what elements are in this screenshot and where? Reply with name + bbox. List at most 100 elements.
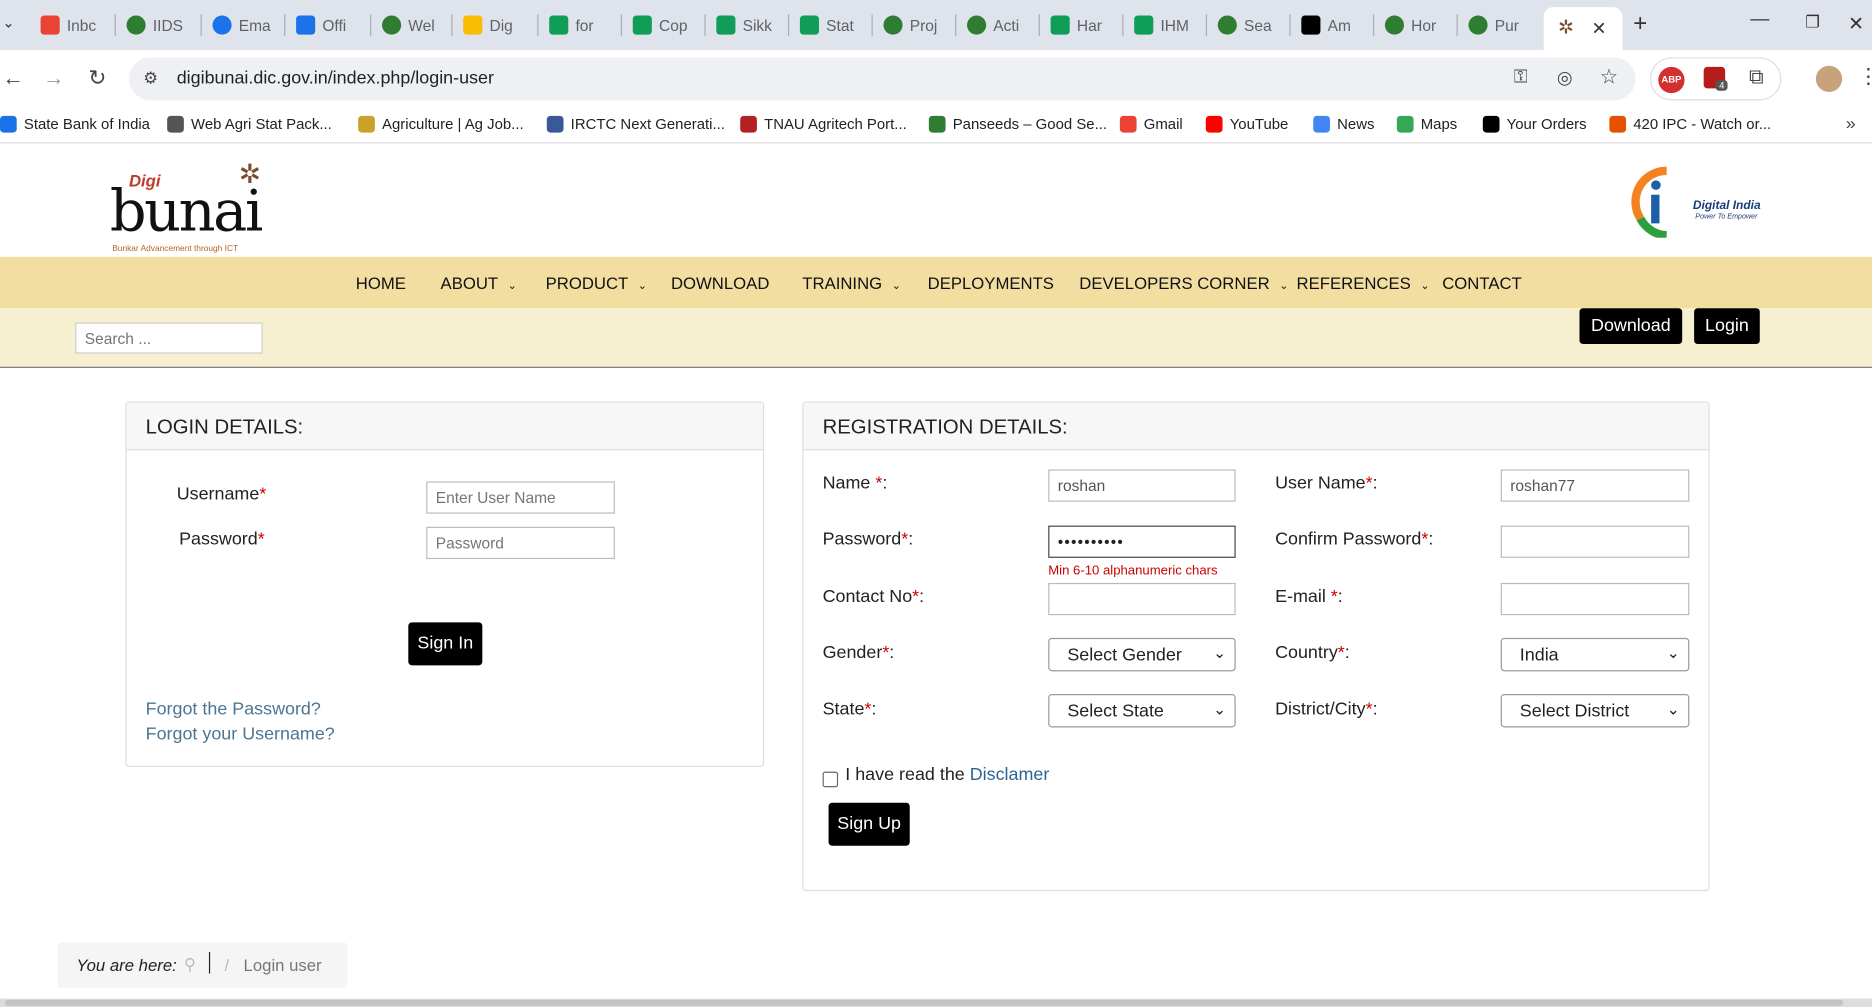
tab-12[interactable]: Har (1046, 7, 1118, 43)
country-select[interactable]: India ⌄ (1500, 637, 1690, 672)
restore-icon[interactable]: ❐ (1805, 12, 1820, 32)
main-navigation: HOME ABOUT ⌄ PRODUCT ⌄ DOWNLOAD TRAINING ⌄ DEPLO… (0, 256, 1872, 309)
bookmark-item[interactable]: News (1313, 115, 1374, 133)
bookmark-item[interactable]: TNAU Agritech Port... (740, 115, 907, 133)
tab-5[interactable]: Dig (458, 7, 530, 43)
forgot-username-link[interactable]: Forgot your Username? (146, 724, 335, 744)
new-tab-icon[interactable]: + (1633, 11, 1647, 38)
eye-off-icon[interactable]: ◎ (1557, 67, 1573, 88)
reg-email-input[interactable] (1500, 582, 1690, 616)
menu-dots-icon[interactable]: ⋮ (1858, 65, 1872, 90)
reg-gender-label: Gender*: (822, 642, 895, 663)
tab-separator (537, 14, 539, 36)
tab-17[interactable]: Pur (1464, 7, 1536, 43)
adblock-icon[interactable]: ABP (1658, 66, 1685, 94)
screen: ⌄ Inbc IIDS Ema Offi Wel Dig for Cop Sikk Stat Pro… (0, 0, 1872, 1007)
tab-0[interactable]: Inbc (36, 7, 108, 43)
bookmark-item[interactable]: Maps (1396, 115, 1457, 133)
tab-8[interactable]: Sikk (712, 7, 784, 43)
tab-2[interactable]: Ema (208, 7, 280, 43)
sign-up-button[interactable]: Sign Up (828, 802, 910, 846)
tab-active[interactable]: ✲ ✕ (1543, 7, 1623, 51)
reg-username-input[interactable]: roshan77 (1500, 469, 1690, 502)
nav-item-product[interactable]: PRODUCT ⌄ (546, 274, 647, 293)
bookmark-item[interactable]: YouTube (1205, 115, 1288, 133)
bookmark-item[interactable]: Panseeds – Good Se... (928, 115, 1108, 133)
tab-6[interactable]: for (544, 7, 616, 43)
bookmark-item[interactable]: Web Agri Stat Pack... (167, 115, 332, 133)
reg-email-label: E-mail *: (1275, 586, 1343, 607)
forward-icon[interactable]: → (43, 66, 64, 91)
state-select[interactable]: Select State ⌄ (1048, 694, 1236, 728)
bookmark-favicon-icon (1396, 115, 1414, 133)
disclaimer-link[interactable]: Disclamer (970, 765, 1050, 785)
login-button[interactable]: Login (1694, 308, 1760, 345)
tab-close-icon[interactable]: ✕ (1591, 18, 1606, 39)
tab-14[interactable]: Sea (1213, 7, 1285, 43)
bookmark-label: Panseeds – Good Se... (952, 115, 1108, 133)
tab-strip: ⌄ Inbc IIDS Ema Offi Wel Dig for Cop Sikk Stat Pro… (0, 0, 1872, 51)
login-username-input[interactable] (426, 481, 615, 514)
download-button[interactable]: Download (1579, 308, 1683, 345)
forgot-password-link[interactable]: Forgot the Password? (146, 699, 321, 719)
bookmark-item[interactable]: IRCTC Next Generati... (546, 115, 725, 133)
gender-select[interactable]: Select Gender ⌄ (1048, 637, 1236, 672)
tab-9[interactable]: Stat (795, 7, 867, 43)
scrollbar-thumb[interactable] (4, 999, 1844, 1006)
url-text[interactable]: digibunai.dic.gov.in/index.php/login-use… (177, 68, 494, 88)
nav-item-download[interactable]: DOWNLOAD (671, 274, 769, 293)
reg-contact-input[interactable] (1048, 582, 1236, 616)
browser-toolbar: ← → ↻ ⚙ digibunai.dic.gov.in/index.php/l… (0, 50, 1872, 108)
extensions-puzzle-icon[interactable]: ⧉ (1749, 66, 1763, 90)
nav-item-home[interactable]: HOME (356, 274, 406, 293)
reg-confirm-password-input[interactable] (1500, 525, 1690, 558)
bookmark-favicon-icon (0, 115, 17, 133)
site-info-icon[interactable]: ⚙ (143, 68, 158, 88)
digital-india-logo[interactable]: Digital India Power To Empower (1631, 166, 1765, 240)
nav-item-training[interactable]: TRAINING ⌄ (802, 274, 900, 293)
digibunai-logo[interactable]: Digi bunai ✲ Bunkar Advancement through … (105, 159, 272, 253)
nav-item-deployments[interactable]: DEPLOYMENTS (928, 274, 1054, 293)
district-select[interactable]: Select District ⌄ (1500, 694, 1690, 728)
nav-item-contact[interactable]: CONTACT (1442, 274, 1522, 293)
bookmark-item[interactable]: Gmail (1119, 115, 1183, 133)
password-key-icon[interactable]: ⚿ (1514, 67, 1528, 87)
more-bookmarks-icon[interactable]: » (1846, 113, 1856, 133)
back-icon[interactable]: ← (2, 66, 23, 91)
nav-item-developers-corner[interactable]: DEVELOPERS CORNER ⌄ (1079, 274, 1288, 293)
password-hint: Min 6-10 alphanumeric chars (1048, 563, 1218, 579)
bookmark-item[interactable]: Your Orders (1482, 115, 1587, 133)
reg-name-input[interactable]: roshan (1048, 469, 1236, 502)
address-bar[interactable]: ⚙ digibunai.dic.gov.in/index.php/login-u… (128, 57, 1636, 101)
profile-avatar[interactable] (1815, 65, 1843, 92)
nav-item-references[interactable]: REFERENCES ⌄ (1297, 274, 1430, 293)
tab-10[interactable]: Proj (879, 7, 951, 43)
tab-15[interactable]: Am (1297, 7, 1369, 43)
minimize-icon[interactable]: — (1750, 10, 1769, 32)
bookmark-item[interactable]: Agriculture | Ag Job... (358, 115, 524, 133)
site-icon (967, 15, 987, 35)
site-search-input[interactable] (75, 322, 263, 354)
login-password-input[interactable] (426, 526, 615, 560)
nav-item-about[interactable]: ABOUT ⌄ (441, 274, 517, 293)
tab-search-chevron-icon[interactable]: ⌄ (2, 14, 14, 31)
tab-13[interactable]: IHM (1129, 7, 1201, 43)
reg-contact-label: Contact No*: (822, 586, 925, 607)
reg-password-input[interactable]: •••••••••• (1048, 525, 1236, 558)
site-icon (126, 15, 146, 35)
bookmark-item[interactable]: 420 IPC - Watch or... (1609, 115, 1771, 133)
tab-4[interactable]: Wel (377, 7, 449, 43)
reload-icon[interactable]: ↻ (88, 66, 106, 91)
window-close-icon[interactable]: ✕ (1848, 12, 1864, 36)
bookmark-item[interactable]: State Bank of India (0, 115, 150, 133)
sign-in-button[interactable]: Sign In (408, 622, 483, 666)
tab-11[interactable]: Acti (962, 7, 1034, 43)
extensions-group: ABP 4 ⧉ (1649, 57, 1782, 101)
tab-3[interactable]: Offi (291, 7, 363, 43)
disclaimer-checkbox[interactable] (822, 771, 839, 788)
tab-7[interactable]: Cop (628, 7, 700, 43)
tab-16[interactable]: Hor (1380, 7, 1452, 43)
bookmark-star-icon[interactable]: ☆ (1600, 66, 1618, 90)
tab-1[interactable]: IIDS (122, 7, 194, 43)
horizontal-scrollbar[interactable] (0, 998, 1872, 1007)
